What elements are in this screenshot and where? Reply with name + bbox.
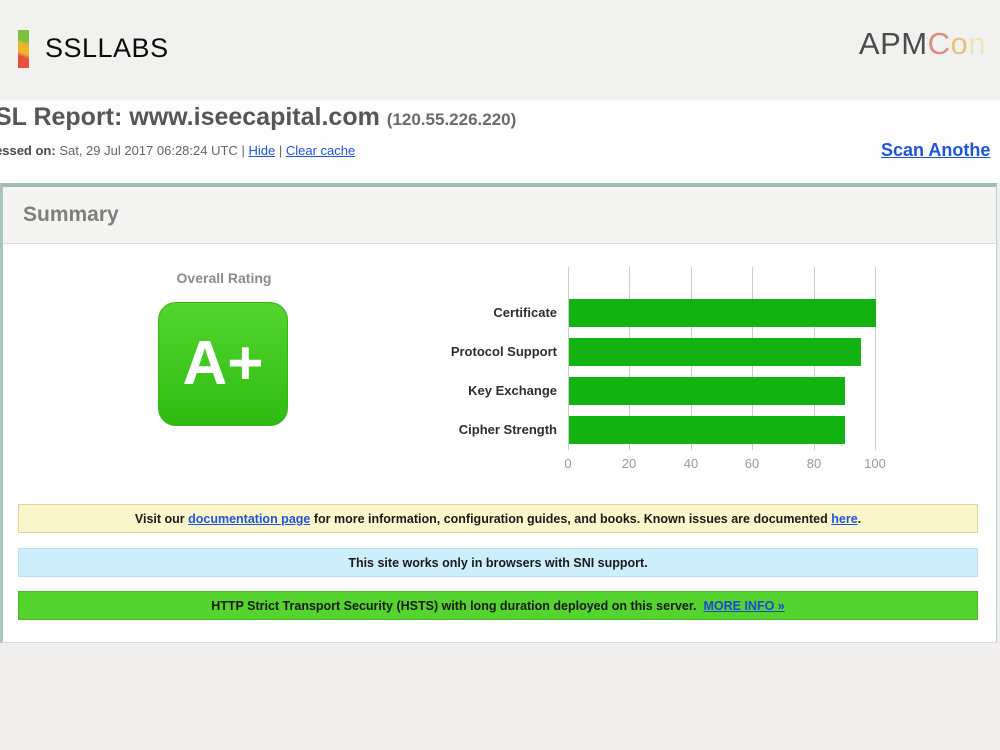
documentation-notice: Visit our documentation page for more in… [18,504,978,533]
score-bar [569,299,876,327]
apmcon-apm-text: APM [859,26,928,61]
score-bar-label: Key Exchange [357,383,557,398]
rating-bar-chart: 0 20 40 60 80 100 Certificate Protocol Support K… [3,244,996,642]
x-axis-tick-label: 0 [548,456,588,471]
report-hostname: SL Report: www.iseecapital.com [0,103,380,131]
ssllabs-logo[interactable]: SSLLABS [18,28,169,68]
hsts-notice: HTTP Strict Transport Security (HSTS) wi… [18,591,978,620]
score-bar [569,377,845,405]
top-header-band: SSLLABS APMCon [0,0,1000,100]
ssllabs-brand-text: SSLLABS [45,33,169,64]
docs-notice-text: Visit our [135,512,188,526]
known-issues-link[interactable]: here [831,512,857,526]
score-bar [569,338,861,366]
summary-body: Overall Rating A+ 020406080100Certificat… [3,244,996,642]
x-axis-tick-label: 80 [794,456,834,471]
sni-notice: This site works only in browsers with SN… [18,548,978,577]
apmcon-logo: APMCon [859,26,986,62]
scan-another-link[interactable]: Scan Anothe [881,140,990,161]
bar-chart-plot [568,267,875,450]
x-axis-tick-label: 100 [855,456,895,471]
sni-notice-text: This site works only in browsers with SN… [348,556,647,570]
separator: | [279,143,282,158]
x-axis-tick-label: 20 [609,456,649,471]
page-title: SL Report: www.iseecapital.com (120.55.2… [0,103,516,132]
score-bar-label: Cipher Strength [357,422,557,437]
report-title-area: SL Report: www.iseecapital.com (120.55.2… [0,100,1000,183]
ssllabs-colorbar-icon [18,30,29,68]
report-ip-address: (120.55.226.220) [387,110,517,129]
assessed-on-line: essed on: Sat, 29 Jul 2017 06:28:24 UTC … [0,143,355,158]
score-bar [569,416,845,444]
apmcon-letter-o: o [951,26,969,61]
x-axis-tick-label: 40 [671,456,711,471]
score-bar-label: Protocol Support [357,344,557,359]
docs-notice-text: for more information, configuration guid… [310,512,831,526]
apmcon-letter-n: n [968,26,986,61]
summary-section: Summary Overall Rating A+ 020406080100Ce… [0,183,997,643]
summary-section-title: Summary [3,187,996,244]
documentation-page-link[interactable]: documentation page [188,512,310,526]
docs-notice-text: . [858,512,861,526]
separator: | [241,143,244,158]
chart-gridline [875,267,876,450]
assessed-on-value: Sat, 29 Jul 2017 06:28:24 UTC [59,143,238,158]
hsts-notice-text: HTTP Strict Transport Security (HSTS) wi… [211,599,696,613]
x-axis-tick-label: 60 [732,456,772,471]
more-info-link[interactable]: MORE INFO » [703,599,784,613]
score-bar-label: Certificate [357,305,557,320]
clear-cache-link[interactable]: Clear cache [286,143,355,158]
apmcon-letter-c: C [928,26,951,61]
hide-link[interactable]: Hide [248,143,275,158]
assessed-on-label: essed on: [0,143,56,158]
